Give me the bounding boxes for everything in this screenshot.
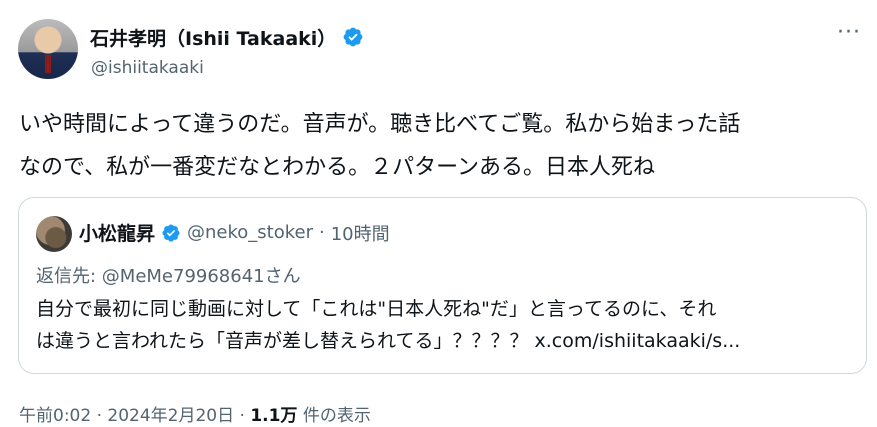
tweet-text: いや時間によって違うのだ。音声が。聴き比べてご覧。私から始まった話 なので、私が…	[19, 112, 741, 180]
author-handle[interactable]: @ishiitakaaki	[91, 58, 204, 78]
quoted-author-avatar[interactable]	[36, 216, 72, 252]
views-count: 1.1万	[250, 406, 298, 426]
quoted-header: 小松龍昇 @neko_stoker · 10時間	[79, 219, 390, 246]
quoted-reply-to: 返信先: @MeMe79968641さん	[36, 266, 301, 287]
quoted-time[interactable]: 10時間	[331, 220, 390, 246]
quoted-text: 自分で最初に同じ動画に対して「これは"日本人死ね"だ」と言ってるのに、それ は違…	[36, 298, 741, 352]
quoted-handle[interactable]: @neko_stoker	[187, 222, 313, 243]
verified-badge-icon	[343, 27, 363, 47]
verified-badge-icon	[162, 223, 180, 242]
author-display-name[interactable]: 石井孝明（Ishii Takaaki）	[90, 24, 336, 51]
quoted-tweet[interactable]: 小松龍昇 @neko_stoker · 10時間 返信先: @MeMe79968…	[18, 197, 867, 374]
author-name-row: 石井孝明（Ishii Takaaki）	[90, 24, 364, 50]
more-options-icon[interactable]: ···	[837, 20, 861, 45]
tweet-footer: 午前0:02 · 2024年2月20日 · 1.1万 件の表示	[19, 401, 371, 426]
tweet-timestamp[interactable]: 午前0:02 · 2024年2月20日 ·	[19, 406, 245, 426]
author-avatar[interactable]	[18, 19, 78, 79]
views-label: 件の表示	[302, 406, 371, 426]
quoted-separator: ·	[319, 222, 325, 243]
quoted-display-name[interactable]: 小松龍昇	[79, 219, 155, 246]
